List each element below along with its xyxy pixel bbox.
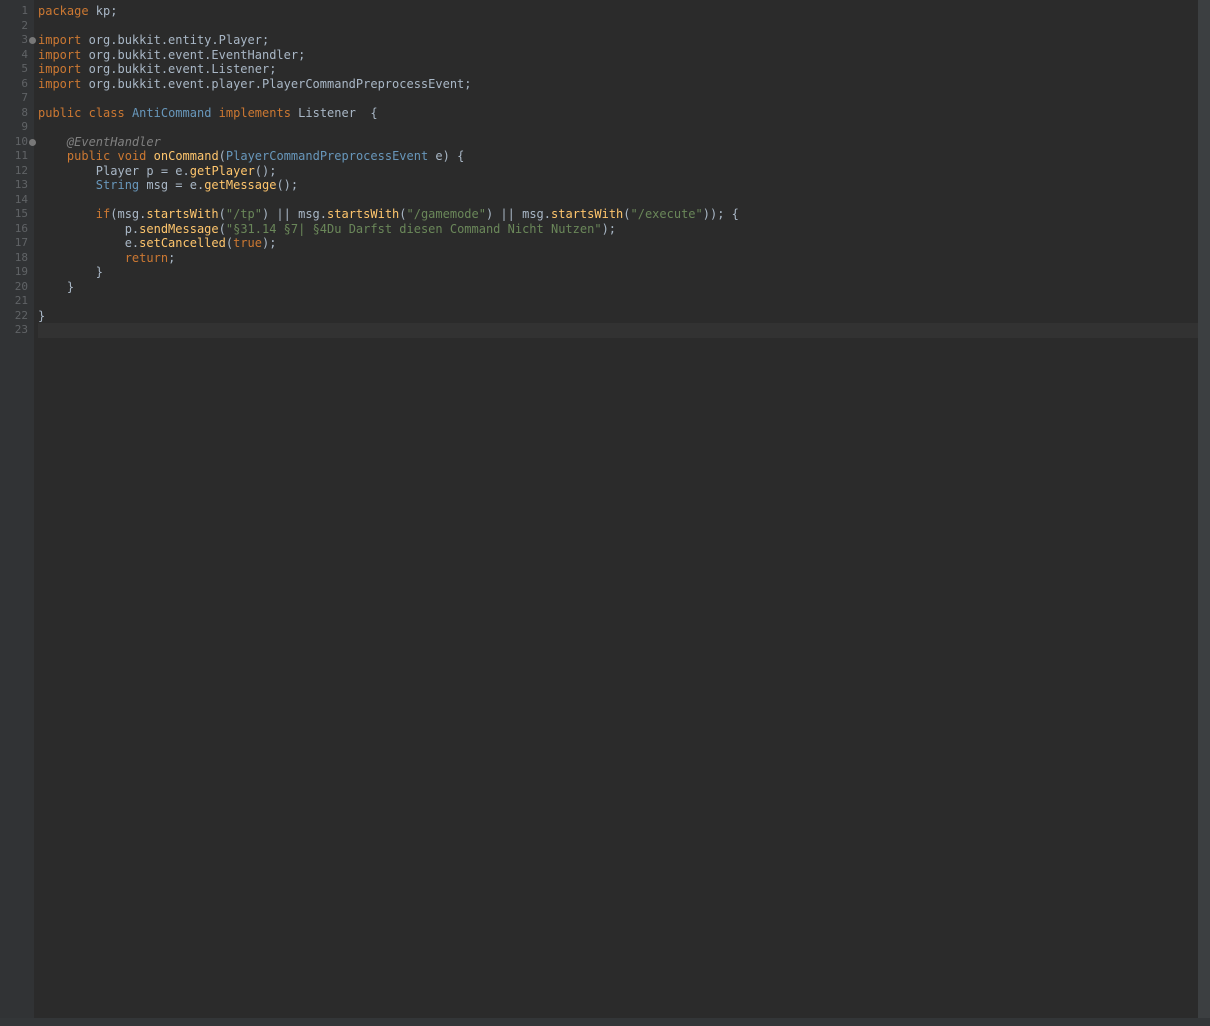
gutter-line: 18 — [0, 251, 34, 266]
gutter-line: 9 — [0, 120, 34, 135]
code-line[interactable]: p.sendMessage("§31.14 §7| §4Du Darfst di… — [38, 222, 1210, 237]
code-line[interactable] — [38, 91, 1210, 106]
code-text-area[interactable]: package kp; import org.bukkit.entity.Pla… — [34, 0, 1210, 1026]
gutter-line: 19 — [0, 265, 34, 280]
gutter-line: 21 — [0, 294, 34, 309]
gutter-line: 3 — [0, 33, 34, 48]
gutter-line: 6 — [0, 77, 34, 92]
gutter-line: 1 — [0, 4, 34, 19]
code-line[interactable]: public void onCommand(PlayerCommandPrepr… — [38, 149, 1210, 164]
code-line[interactable] — [38, 193, 1210, 208]
gutter-line: 15 — [0, 207, 34, 222]
gutter-line: 2 — [0, 19, 34, 34]
vertical-scrollbar[interactable] — [1198, 0, 1210, 1026]
code-line[interactable] — [38, 294, 1210, 309]
gutter-line: 20 — [0, 280, 34, 295]
gutter-line: 13 — [0, 178, 34, 193]
gutter-line: 5 — [0, 62, 34, 77]
code-line[interactable]: } — [38, 265, 1210, 280]
code-line[interactable]: import org.bukkit.event.Listener; — [38, 62, 1210, 77]
code-line-current[interactable] — [38, 323, 1210, 338]
gutter-line: 8 — [0, 106, 34, 121]
gutter-line: 12 — [0, 164, 34, 179]
code-line[interactable]: @EventHandler — [38, 135, 1210, 150]
code-line[interactable]: package kp; — [38, 4, 1210, 19]
code-line[interactable]: return; — [38, 251, 1210, 266]
code-line[interactable]: if(msg.startsWith("/tp") || msg.startsWi… — [38, 207, 1210, 222]
code-line[interactable]: Player p = e.getPlayer(); — [38, 164, 1210, 179]
code-line[interactable] — [38, 120, 1210, 135]
code-line[interactable]: import org.bukkit.event.player.PlayerCom… — [38, 77, 1210, 92]
code-line[interactable]: public class AntiCommand implements List… — [38, 106, 1210, 121]
horizontal-scrollbar[interactable] — [0, 1018, 1210, 1026]
line-gutter: 1 2 3 4 5 6 7 8 9 10 11 12 13 14 15 16 1… — [0, 0, 34, 1026]
gutter-line: 4 — [0, 48, 34, 63]
code-line[interactable] — [38, 19, 1210, 34]
gutter-line: 7 — [0, 91, 34, 106]
gutter-line: 23 — [0, 323, 34, 338]
code-line[interactable]: } — [38, 309, 1210, 324]
code-line[interactable]: String msg = e.getMessage(); — [38, 178, 1210, 193]
gutter-line: 16 — [0, 222, 34, 237]
gutter-line: 22 — [0, 309, 34, 324]
code-line[interactable]: import org.bukkit.entity.Player; — [38, 33, 1210, 48]
code-line[interactable]: import org.bukkit.event.EventHandler; — [38, 48, 1210, 63]
gutter-line: 10 — [0, 135, 34, 150]
code-editor[interactable]: 1 2 3 4 5 6 7 8 9 10 11 12 13 14 15 16 1… — [0, 0, 1210, 1026]
code-line[interactable]: e.setCancelled(true); — [38, 236, 1210, 251]
gutter-line: 11 — [0, 149, 34, 164]
code-line[interactable]: } — [38, 280, 1210, 295]
gutter-line: 14 — [0, 193, 34, 208]
gutter-line: 17 — [0, 236, 34, 251]
